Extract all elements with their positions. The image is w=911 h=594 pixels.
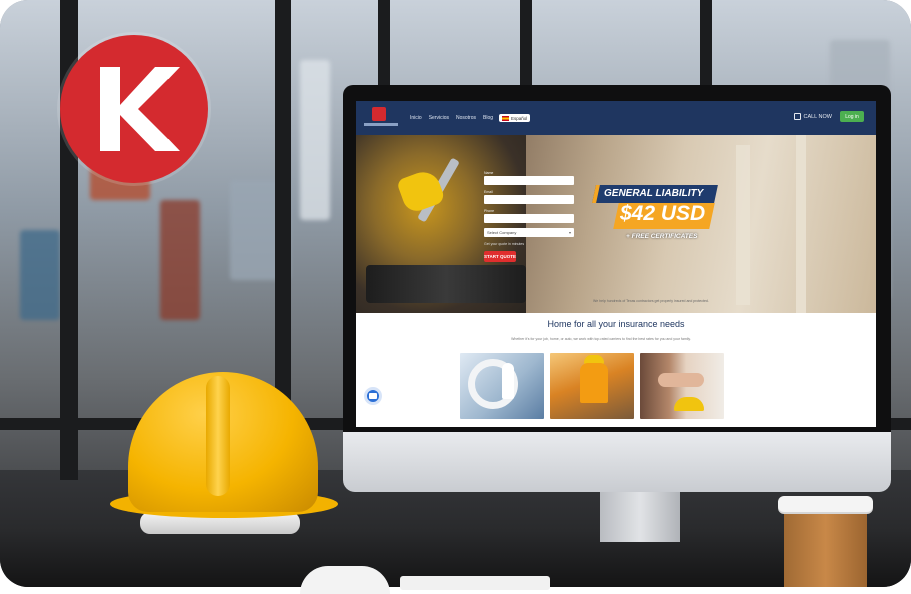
brand-logo xyxy=(60,35,208,183)
card-construction[interactable] xyxy=(550,353,634,419)
handshake xyxy=(658,373,704,387)
card-health[interactable] xyxy=(460,353,544,419)
call-now-label: CALL NOW xyxy=(803,113,832,120)
call-now-link[interactable]: CALL NOW xyxy=(794,113,832,120)
hard-hat-helmet xyxy=(110,372,340,534)
chevron-down-icon: ▾ xyxy=(568,230,571,235)
card-row xyxy=(460,353,724,419)
promo-extra: + FREE CERTIFICATES xyxy=(626,233,698,240)
wood-beam xyxy=(736,145,750,305)
nav-link-about[interactable]: Nosotros xyxy=(456,115,476,121)
hard-hat xyxy=(674,397,704,411)
monitor-chin xyxy=(343,432,891,492)
cup-lid xyxy=(778,496,873,512)
keyboard xyxy=(400,576,550,590)
login-button[interactable]: Log in xyxy=(840,111,864,122)
doctor-figure xyxy=(502,363,514,399)
language-select[interactable]: Español xyxy=(499,114,531,122)
spain-flag-icon xyxy=(502,115,510,121)
section-blurb: Whether it's for your job, home, or auto… xyxy=(511,337,691,341)
site-navbar: Inicio Servicios Nosotros Blog Español C… xyxy=(356,101,876,135)
k-logo-icon xyxy=(100,67,180,151)
bokeh-light xyxy=(160,200,200,320)
promo-price: $42 USD xyxy=(620,202,706,225)
website-screen: Inicio Servicios Nosotros Blog Español C… xyxy=(356,101,876,427)
form-note: Get your quote in minutes xyxy=(484,242,525,246)
tool-belt xyxy=(366,265,526,303)
section-title: Home for all your insurance needs xyxy=(547,319,685,329)
promo-badge: GENERAL LIABILITY $42 USD + FREE CERTIFI… xyxy=(592,185,724,255)
email-field[interactable] xyxy=(484,195,574,204)
start-quote-button[interactable]: START QUOTE xyxy=(484,251,516,262)
hero-subtext: We help hundreds of Texas contractors ge… xyxy=(593,299,709,303)
language-label: Español xyxy=(511,115,528,121)
nav-links: Inicio Servicios Nosotros Blog xyxy=(410,115,493,121)
nav-link-home[interactable]: Inicio xyxy=(410,115,422,121)
chat-bubble-button[interactable] xyxy=(364,387,382,405)
site-logo[interactable] xyxy=(364,105,398,131)
name-field[interactable] xyxy=(484,176,574,185)
nav-link-services[interactable]: Servicios xyxy=(429,115,449,121)
phone-field[interactable] xyxy=(484,214,574,223)
phone-icon xyxy=(794,113,802,120)
company-select[interactable]: Select Company ▾ xyxy=(484,228,574,237)
hero-banner: Name Email Phone Select Company ▾ Get yo… xyxy=(356,135,876,313)
computer-mouse xyxy=(300,566,390,594)
content-section: Home for all your insurance needs Whethe… xyxy=(356,313,876,427)
mail-icon xyxy=(369,393,377,399)
bokeh-light xyxy=(20,230,60,320)
quote-form: Name Email Phone Select Company ▾ Get yo… xyxy=(484,171,584,262)
safety-vest xyxy=(580,363,608,403)
nav-link-blog[interactable]: Blog xyxy=(483,115,493,121)
promo-ribbon-text: GENERAL LIABILITY xyxy=(604,188,704,199)
helmet-ridge xyxy=(206,376,230,496)
work-glove xyxy=(396,167,446,215)
coffee-cup xyxy=(778,496,873,587)
company-select-value: Select Company xyxy=(487,230,517,235)
card-business[interactable] xyxy=(640,353,724,419)
monitor-stand xyxy=(600,492,680,542)
cup-body xyxy=(784,512,867,587)
wood-beam xyxy=(796,135,806,313)
bokeh-light xyxy=(300,60,330,220)
